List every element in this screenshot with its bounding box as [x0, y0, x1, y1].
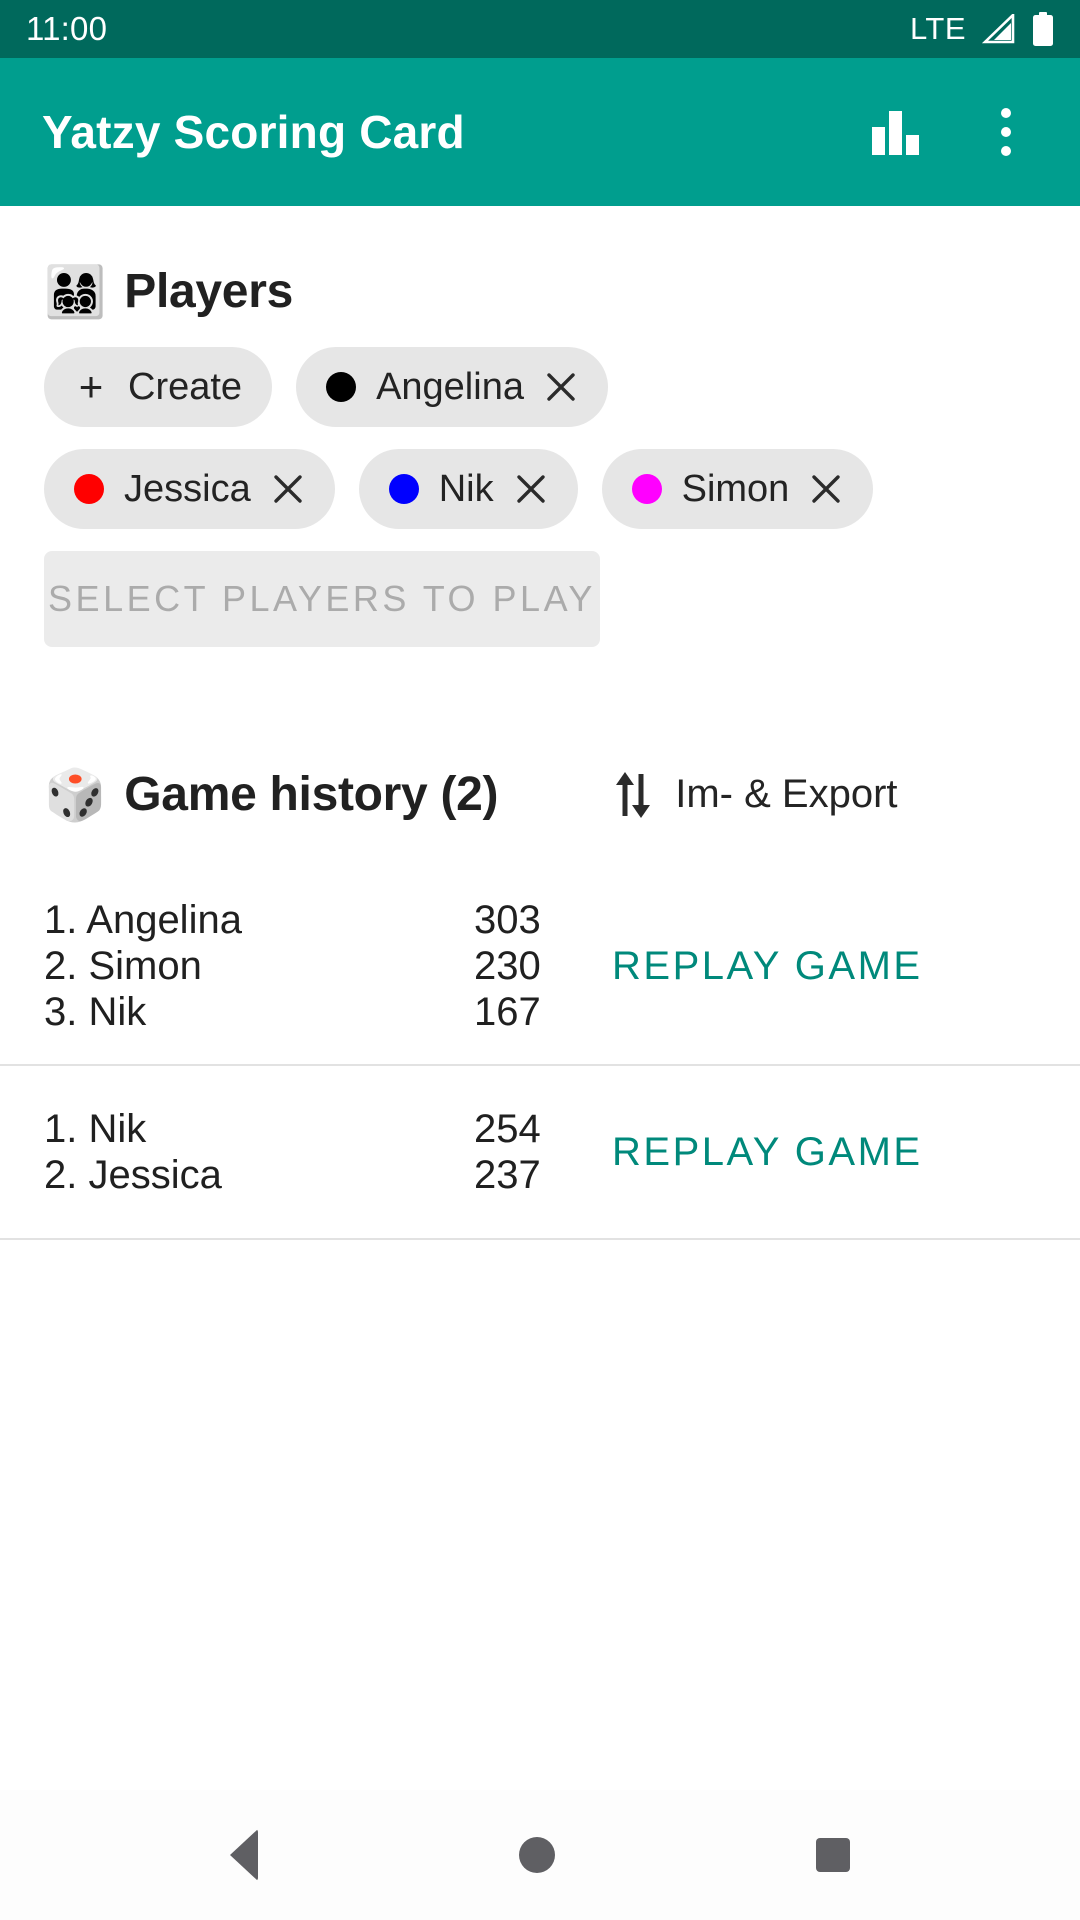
player-chip-simon[interactable]: Simon — [601, 449, 874, 529]
entry-ranking: 1. Angelina 303 2. Simon 230 3. Nik 167 — [44, 894, 564, 1038]
battery-full-icon — [1033, 12, 1053, 46]
players-title: Players — [124, 265, 293, 318]
app-window: 11:00 LTE Yatzy Scoring Card — [0, 0, 1080, 1920]
player-chip-jessica[interactable]: Jessica — [44, 449, 335, 529]
close-icon[interactable] — [514, 472, 548, 506]
player-color-dot — [631, 474, 662, 504]
game-history-entry[interactable]: 1. Angelina 303 2. Simon 230 3. Nik 167 … — [0, 868, 1080, 1066]
select-players-label: SELECT PLAYERS TO PLAY — [48, 578, 596, 619]
import-export-button[interactable]: Im- & Export — [613, 768, 898, 822]
player-color-dot — [388, 474, 419, 504]
rank-score: 254 — [474, 1107, 541, 1151]
player-chip-label: Angelina — [376, 365, 524, 408]
player-chip-label: Simon — [681, 467, 790, 510]
status-clock: 11:00 — [26, 10, 108, 47]
overflow-dot — [1001, 146, 1011, 156]
game-history-entry[interactable]: 1. Nik 254 2. Jessica 237 REPLAY GAME — [0, 1066, 1080, 1240]
rank-score: 237 — [474, 1153, 541, 1197]
game-history-title: Game history (2) — [124, 768, 499, 821]
close-icon[interactable] — [544, 370, 578, 404]
create-player-chip[interactable]: + Create — [44, 347, 273, 427]
main-content: 👨‍👩‍👧‍👦 Players + Create Angelina — [0, 206, 1080, 1790]
game-history-title-group: 🎲 Game history (2) — [44, 765, 499, 824]
players-section-header: 👨‍👩‍👧‍👦 Players — [0, 264, 1080, 319]
player-chip-nik[interactable]: Nik — [358, 449, 578, 529]
dice-emoji-icon: 🎲 — [44, 765, 107, 824]
overflow-dot — [1001, 108, 1011, 118]
game-history-header: 🎲 Game history (2) Im- & Export — [0, 767, 1080, 822]
bar-chart-icon[interactable] — [870, 107, 922, 157]
player-chip-row: Jessica Nik Simon — [44, 449, 1036, 529]
back-triangle-icon[interactable] — [230, 1829, 259, 1881]
overflow-menu-icon[interactable] — [982, 104, 1030, 160]
select-players-button[interactable]: SELECT PLAYERS TO PLAY — [44, 551, 600, 647]
player-chips: + Create Angelina Jessica Nik Simon — [0, 347, 1080, 529]
replay-game-button[interactable]: REPLAY GAME — [612, 944, 923, 989]
home-circle-icon[interactable] — [518, 1837, 555, 1873]
rank-line: 3. Nik 167 — [44, 992, 564, 1032]
rank-line: 1. Angelina 303 — [44, 900, 564, 940]
player-chip-label: Jessica — [124, 467, 251, 510]
android-navigation-bar — [0, 1790, 1080, 1920]
recents-square-icon[interactable] — [815, 1838, 850, 1872]
rank-score: 230 — [474, 944, 541, 988]
player-color-dot — [74, 474, 104, 504]
rank-score: 303 — [474, 898, 541, 942]
create-player-label: Create — [128, 365, 243, 408]
status-bar: 11:00 LTE — [0, 0, 1080, 58]
app-bar: Yatzy Scoring Card — [0, 58, 1080, 206]
import-export-label: Im- & Export — [675, 772, 898, 816]
rank-name: 3. Nik — [44, 990, 147, 1034]
family-emoji-icon: 👨‍👩‍👧‍👦 — [44, 262, 107, 321]
rank-line: 1. Nik 254 — [44, 1109, 564, 1149]
close-icon[interactable] — [809, 472, 843, 506]
player-color-dot — [326, 372, 357, 402]
player-chip-angelina[interactable]: Angelina — [296, 347, 608, 427]
swap-vertical-icon — [616, 771, 651, 818]
rank-name: 1. Angelina — [44, 898, 242, 942]
network-type-label: LTE — [909, 11, 966, 46]
plus-icon: + — [78, 363, 104, 410]
rank-score: 167 — [474, 990, 541, 1034]
signal-triangle-icon — [982, 14, 1015, 44]
close-icon[interactable] — [271, 472, 305, 506]
player-chip-row: + Create Angelina — [44, 347, 1036, 427]
entry-ranking: 1. Nik 254 2. Jessica 237 — [44, 1103, 564, 1201]
rank-line: 2. Jessica 237 — [44, 1155, 564, 1195]
status-indicators: LTE — [910, 11, 1054, 47]
overflow-dot — [1001, 127, 1011, 137]
player-chip-label: Nik — [438, 467, 494, 510]
rank-name: 2. Simon — [44, 944, 202, 988]
game-history-list: 1. Angelina 303 2. Simon 230 3. Nik 167 … — [0, 868, 1080, 1240]
app-bar-actions — [870, 104, 1050, 160]
rank-name: 2. Jessica — [44, 1153, 222, 1197]
page-title: Yatzy Scoring Card — [42, 106, 465, 158]
rank-name: 1. Nik — [44, 1107, 147, 1151]
rank-line: 2. Simon 230 — [44, 946, 564, 986]
replay-game-button[interactable]: REPLAY GAME — [612, 1130, 923, 1175]
